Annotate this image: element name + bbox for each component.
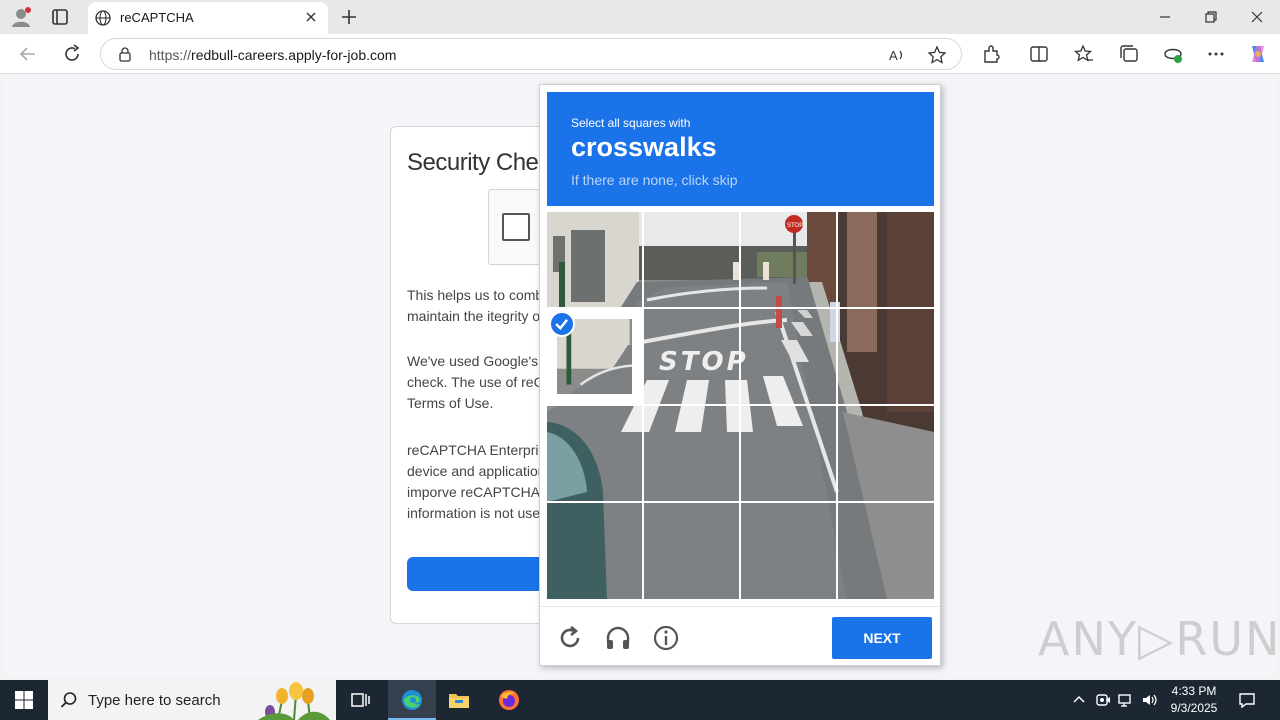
captcha-footer: NEXT (540, 606, 940, 666)
reload-icon[interactable] (556, 624, 584, 652)
read-aloud-icon[interactable]: A (887, 45, 907, 65)
checkmark-icon (549, 311, 575, 337)
url-text[interactable]: https://redbull-careers.apply-for-job.co… (149, 47, 396, 63)
captcha-tile[interactable] (741, 212, 836, 307)
more-options-icon[interactable] (1205, 43, 1227, 65)
captcha-tile[interactable] (838, 406, 933, 501)
captcha-tile[interactable] (838, 309, 933, 404)
captcha-tile[interactable] (741, 406, 836, 501)
svg-text:A: A (889, 48, 898, 63)
edge-icon[interactable] (400, 688, 424, 712)
captcha-tile[interactable] (741, 309, 836, 404)
grid-line (547, 501, 934, 503)
captcha-tile[interactable] (644, 406, 739, 501)
firefox-icon[interactable] (497, 688, 521, 712)
not-robot-checkbox[interactable] (502, 213, 530, 241)
tab-recaptcha[interactable]: reCAPTCHA (88, 2, 328, 34)
captcha-target: crosswalks (571, 132, 717, 162)
search-icon (60, 692, 77, 708)
enterprise-line-3: imporve reCAPTCHA (407, 484, 541, 500)
notifications-icon[interactable] (1238, 691, 1256, 709)
captcha-challenge: Select all squares with crosswalks If th… (539, 84, 941, 666)
collections-icon[interactable] (1118, 43, 1140, 65)
search-placeholder: Type here to search (88, 692, 221, 709)
captcha-tile[interactable] (547, 406, 642, 501)
url-scheme: https:// (149, 47, 192, 63)
intro-line-1: This helps us to comba (407, 287, 551, 303)
address-bar[interactable]: https://redbull-careers.apply-for-job.co… (100, 38, 962, 70)
captcha-tile[interactable] (741, 503, 836, 598)
chevron-up-icon[interactable] (1070, 691, 1088, 709)
captcha-tile[interactable] (644, 309, 739, 404)
captcha-tile[interactable] (644, 212, 739, 307)
google-line-3: Terms of Use. (407, 395, 494, 411)
browser-essentials-icon[interactable] (1162, 43, 1184, 65)
anyrun-watermark: ANY▷RUN (1038, 612, 1280, 666)
captcha-tile[interactable] (838, 503, 933, 598)
tulips-icon (258, 682, 330, 720)
google-line-2: check. The use of reCA (407, 374, 554, 390)
tab-actions-icon[interactable] (50, 7, 70, 27)
globe-icon (95, 10, 111, 26)
restore-icon[interactable] (1200, 6, 1222, 28)
favorites-icon[interactable] (1073, 43, 1095, 65)
enterprise-line-2: device and application (407, 463, 546, 479)
favorite-star-icon[interactable] (927, 45, 947, 65)
browser-tab-bar: reCAPTCHA (0, 0, 1280, 34)
clock-time: 4:33 PM (1171, 684, 1217, 698)
captcha-header: Select all squares with crosswalks If th… (547, 92, 934, 206)
refresh-icon[interactable] (61, 43, 83, 65)
navigation-bar: https://redbull-careers.apply-for-job.co… (0, 34, 1280, 74)
meet-now-icon[interactable] (1094, 691, 1112, 709)
taskbar: Type here to search 4:33 PM 9/3/2025 (0, 680, 1280, 720)
enterprise-line-4: information is not used (407, 505, 548, 521)
volume-icon[interactable] (1141, 691, 1159, 709)
headphones-icon[interactable] (604, 624, 632, 652)
file-explorer-icon[interactable] (447, 688, 471, 712)
google-line-1: We've used Google's r (407, 353, 547, 369)
next-button[interactable]: NEXT (832, 617, 932, 659)
captcha-tile[interactable] (547, 212, 642, 307)
taskbar-search[interactable]: Type here to search (48, 680, 336, 720)
windows-start-icon[interactable] (14, 690, 34, 710)
clock-date: 9/3/2025 (1170, 701, 1218, 715)
close-tab-icon[interactable] (302, 8, 320, 26)
captcha-hint: If there are none, click skip (571, 172, 738, 188)
info-icon[interactable] (652, 624, 680, 652)
system-clock[interactable]: 4:33 PM 9/3/2025 (1164, 683, 1224, 717)
enterprise-line-1: reCAPTCHA Enterpris (407, 442, 546, 458)
network-icon[interactable] (1117, 691, 1135, 709)
tab-title: reCAPTCHA (120, 10, 194, 25)
profile-icon[interactable] (10, 6, 32, 28)
captcha-tile[interactable] (838, 212, 933, 307)
url-host: redbull-careers.apply-for-job.com (191, 47, 397, 63)
lock-icon[interactable] (117, 46, 133, 62)
split-screen-icon[interactable] (1028, 43, 1050, 65)
intro-line-2: maintain the itegrity of (407, 308, 544, 324)
new-tab-icon[interactable] (338, 6, 360, 28)
task-view-icon[interactable] (348, 688, 372, 712)
copilot-icon[interactable] (1247, 43, 1269, 65)
back-icon[interactable] (17, 43, 39, 65)
grid-line (547, 404, 934, 406)
minimize-icon[interactable] (1154, 6, 1176, 28)
page-title: Security Chec (407, 149, 550, 176)
extensions-icon[interactable] (980, 43, 1002, 65)
captcha-tile[interactable] (644, 503, 739, 598)
captcha-image-grid: STOP STOP (547, 212, 934, 599)
captcha-instruction: Select all squares with (571, 116, 691, 130)
captcha-tile[interactable] (547, 503, 642, 598)
close-window-icon[interactable] (1246, 6, 1268, 28)
grid-line (547, 307, 934, 309)
